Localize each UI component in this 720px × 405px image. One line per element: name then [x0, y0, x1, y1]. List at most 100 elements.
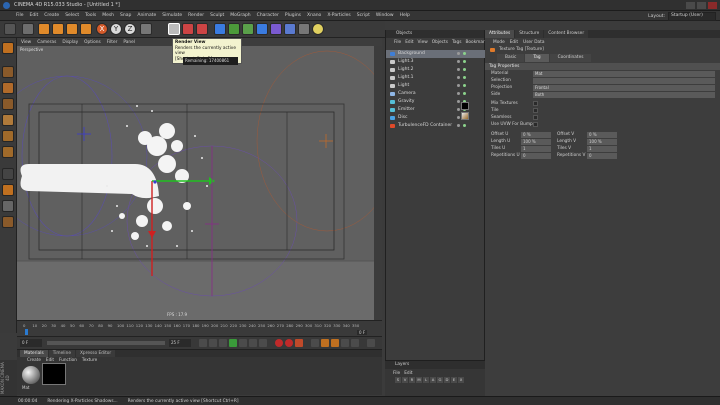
menu-character[interactable]: Character: [257, 13, 279, 18]
checkbox[interactable]: [533, 122, 538, 127]
timeline-playhead[interactable]: [25, 329, 28, 335]
enable-check-icon[interactable]: [463, 124, 466, 127]
layer-toggle-button[interactable]: X: [458, 377, 464, 383]
menu-help[interactable]: Help: [400, 13, 410, 18]
viewport-menu-filter[interactable]: Filter: [107, 40, 118, 45]
make-editable-icon[interactable]: [2, 42, 14, 54]
object-row[interactable]: Background: [386, 50, 486, 58]
layer-toggle-button[interactable]: D: [444, 377, 450, 383]
play-icon[interactable]: [229, 339, 237, 347]
viewport-menu-panel[interactable]: Panel: [123, 40, 135, 45]
menu-script[interactable]: Script: [357, 13, 370, 18]
texture-mode-icon[interactable]: [2, 66, 14, 78]
enable-check-icon[interactable]: [463, 84, 466, 87]
menu-plugins[interactable]: Plugins: [285, 13, 301, 18]
objects-menu-objects[interactable]: Objects: [432, 40, 448, 45]
autokey-icon[interactable]: [285, 339, 293, 347]
subtab-tag[interactable]: Tag: [525, 54, 549, 62]
material-menu-create[interactable]: Create: [27, 357, 41, 363]
layers-menu-file[interactable]: File: [393, 371, 400, 376]
scale-key-icon[interactable]: [321, 339, 329, 347]
material-tag-black[interactable]: [461, 102, 469, 110]
menu-snap[interactable]: Snap: [120, 13, 131, 18]
range-slider[interactable]: [47, 341, 165, 345]
cube-icon[interactable]: [214, 23, 226, 35]
maximize-button[interactable]: [697, 2, 706, 9]
polygons-mode-icon[interactable]: [2, 146, 14, 158]
model-mode-icon[interactable]: [2, 82, 14, 94]
record-icon[interactable]: [275, 339, 283, 347]
point-level-key-icon[interactable]: [351, 339, 359, 347]
move-icon[interactable]: [38, 23, 50, 35]
viewport[interactable]: Perspective FPS: 17.9: [17, 46, 374, 320]
tweak-icon[interactable]: [2, 184, 14, 196]
viewport-menu-cameras[interactable]: Cameras: [37, 40, 56, 45]
enable-check-icon[interactable]: [463, 68, 466, 71]
camera-icon[interactable]: [298, 23, 310, 35]
layer-toggle-button[interactable]: V: [402, 377, 408, 383]
pair-value-right[interactable]: 1: [587, 145, 617, 152]
editor-visibility-dot[interactable]: [457, 100, 460, 103]
editor-visibility-dot[interactable]: [457, 108, 460, 111]
render-settings-icon[interactable]: [196, 23, 208, 35]
object-row[interactable]: Camera: [386, 90, 486, 98]
editor-visibility-dot[interactable]: [457, 116, 460, 119]
pair-value-right[interactable]: 0: [587, 152, 617, 159]
material-preview-sphere[interactable]: [22, 366, 40, 384]
undo-icon[interactable]: [4, 23, 16, 35]
end-frame-field[interactable]: 25 F: [169, 339, 191, 347]
close-button[interactable]: [708, 2, 717, 9]
subtab-coordinates[interactable]: Coordinates: [549, 54, 592, 62]
pen-icon[interactable]: [228, 23, 240, 35]
points-mode-icon[interactable]: [2, 114, 14, 126]
object-row[interactable]: Light: [386, 82, 486, 90]
menu-edit[interactable]: Edit: [30, 13, 39, 18]
tab-attributes[interactable]: Attributes: [485, 30, 515, 38]
menu-tools[interactable]: Tools: [85, 13, 96, 18]
tab-timeline[interactable]: Timeline: [48, 350, 75, 357]
objects-menu-file[interactable]: File: [394, 40, 401, 45]
menu-file[interactable]: File: [16, 13, 24, 18]
light-icon[interactable]: [312, 23, 324, 35]
layout-dropdown[interactable]: Startup (User): [668, 12, 716, 21]
object-row[interactable]: Gravity: [386, 98, 486, 106]
next-key-icon[interactable]: [249, 339, 257, 347]
material-swatch-black[interactable]: [42, 363, 66, 385]
render-to-picture-viewer-icon[interactable]: [182, 23, 194, 35]
coordinate-system-icon[interactable]: [140, 23, 152, 35]
pair-value-left[interactable]: 1: [521, 145, 551, 152]
previous-frame-icon[interactable]: [219, 339, 227, 347]
enable-axis-icon[interactable]: [2, 168, 14, 180]
layer-toggle-button[interactable]: R: [409, 377, 415, 383]
object-row[interactable]: Light.2: [386, 66, 486, 74]
next-frame-icon[interactable]: [239, 339, 247, 347]
layer-toggle-button[interactable]: S: [395, 377, 401, 383]
previous-key-icon[interactable]: [209, 339, 217, 347]
layers-menu-edit[interactable]: Edit: [404, 371, 412, 376]
menu-simulate[interactable]: Simulate: [162, 13, 182, 18]
z-axis-lock-button[interactable]: Z: [124, 23, 136, 35]
tab-xpresso-editor[interactable]: Xpresso Editor: [75, 350, 116, 357]
enable-check-icon[interactable]: [463, 60, 466, 63]
enable-check-icon[interactable]: [463, 76, 466, 79]
enable-check-icon[interactable]: [463, 52, 466, 55]
viewport-scrollbar[interactable]: [374, 46, 382, 320]
property-value-field[interactable]: Frontal: [533, 84, 715, 91]
floor-icon[interactable]: [284, 23, 296, 35]
objects-menu-view[interactable]: View: [418, 40, 428, 45]
property-value-field[interactable]: Both: [533, 91, 715, 98]
object-row[interactable]: Light.1: [386, 74, 486, 82]
viewport-menu-view[interactable]: View: [21, 40, 31, 45]
pair-value-right[interactable]: 0 %: [587, 131, 617, 138]
objects-menu-edit[interactable]: Edit: [405, 40, 413, 45]
timeline-settings-icon[interactable]: [367, 339, 375, 347]
menu-x-particles[interactable]: X-Particles: [327, 13, 350, 18]
y-axis-lock-button[interactable]: Y: [110, 23, 122, 35]
checkbox[interactable]: [533, 108, 538, 113]
layer-toggle-button[interactable]: L: [423, 377, 429, 383]
workplane-lock-icon[interactable]: [2, 216, 14, 228]
layer-manager-tab[interactable]: Layers: [385, 361, 485, 369]
edges-mode-icon[interactable]: [2, 130, 14, 142]
live-selection-icon[interactable]: [22, 23, 34, 35]
array-icon[interactable]: [256, 23, 268, 35]
